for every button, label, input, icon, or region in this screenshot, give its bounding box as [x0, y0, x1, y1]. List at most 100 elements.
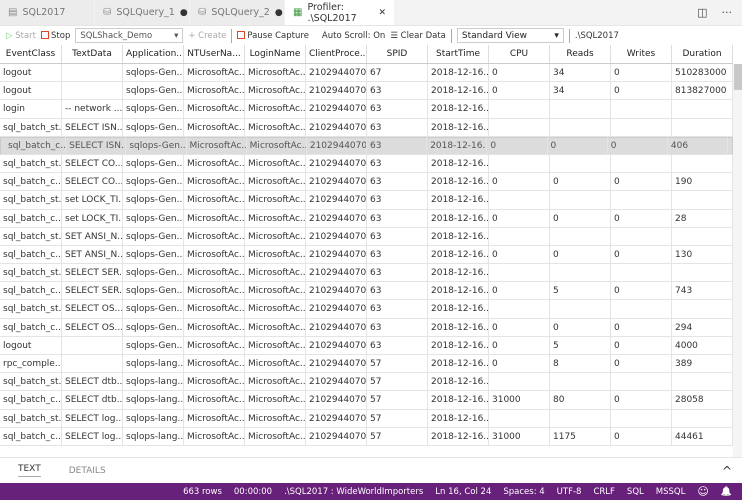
table-cell — [550, 191, 611, 209]
table-row[interactable]: login -- network ... sqlops-Gen... Microsof… — [0, 100, 733, 119]
table-row[interactable]: logout sqlops-Gen... MicrosoftAc... Microso… — [0, 64, 733, 83]
table-cell: sql_batch_st... — [0, 409, 62, 427]
table-cell: 0 — [611, 391, 672, 409]
table-cell: 31000 — [489, 427, 550, 445]
line-ending[interactable]: CRLF — [593, 487, 614, 497]
column-header[interactable]: Writes — [611, 45, 672, 63]
table-row[interactable]: sql_batch_c... set LOCK_TI... sqlops-Gen..… — [0, 209, 733, 228]
table-cell: MicrosoftAc... — [184, 355, 245, 373]
view-select[interactable]: Standard View ▾ — [456, 28, 564, 43]
table-cell: SET ANSI_N... — [62, 227, 123, 245]
table-cell: MicrosoftAc... — [184, 154, 245, 173]
provider[interactable]: MSSQL — [656, 487, 686, 497]
table-cell: 2018-12-16... — [428, 64, 489, 82]
table-cell — [489, 118, 550, 136]
tab-sqlquery-2[interactable]: ⛁ SQLQuery_2 ● — [190, 0, 285, 25]
table-cell: 63 — [367, 191, 428, 209]
table-row[interactable]: sql_batch_c... SELECT dtb.... sqlops-lang.… — [0, 391, 733, 410]
table-row[interactable]: sql_batch_st... set LOCK_TI... sqlops-Gen.… — [0, 191, 733, 210]
table-row[interactable]: sql_batch_st... SELECT log.... sqlops-lang… — [0, 409, 733, 428]
table-cell: sql_batch_c... — [5, 136, 67, 155]
column-header[interactable]: CPU — [489, 45, 550, 63]
split-editor-icon[interactable]: ◫ — [697, 6, 707, 19]
indentation[interactable]: Spaces: 4 — [503, 487, 544, 497]
table-cell: sqlops-lang... — [123, 355, 184, 373]
table-cell: 57 — [367, 391, 428, 409]
bell-icon[interactable]: 🔔 — [721, 487, 732, 497]
cursor-position[interactable]: Ln 16, Col 24 — [435, 487, 491, 497]
table-row[interactable]: sql_batch_st... SELECT CO... sqlops-Gen...… — [0, 154, 733, 174]
server-label: .\SQL2017 — [574, 30, 619, 41]
connection-info[interactable]: .\SQL2017 : WideWorldImporters — [284, 487, 423, 497]
table-row[interactable]: sql_batch_c... SELECT ISN... sqlops-Gen...… — [0, 136, 733, 155]
table-row[interactable]: sql_batch_c... SELECT OS... sqlops-Gen... M… — [0, 318, 733, 337]
tab-details[interactable]: DETAILS — [69, 466, 106, 476]
table-row[interactable]: sql_batch_c... SELECT log.... sqlops-lang.… — [0, 427, 733, 446]
tab-sql2017[interactable]: ▤ SQL2017 — [0, 0, 95, 25]
auto-scroll-toggle[interactable]: Auto Scroll: On — [322, 31, 385, 41]
tab-text[interactable]: TEXT — [18, 464, 41, 477]
column-header[interactable]: LoginName — [245, 45, 306, 63]
table-cell: 2018-12-16... — [428, 227, 489, 245]
smiley-icon[interactable]: ☺ — [697, 485, 708, 498]
table-cell: sql_batch_c... — [0, 391, 62, 409]
session-select[interactable]: SQLShack_Demo ▾ — [75, 28, 184, 43]
encoding[interactable]: UTF-8 — [557, 487, 582, 497]
table-row[interactable]: sql_batch_st... SELECT ISN... sqlops-Gen..… — [0, 118, 733, 137]
table-row[interactable]: sql_batch_st... SELECT SER... sqlops-Gen..… — [0, 264, 733, 283]
start-button[interactable]: ▷ Start — [6, 31, 36, 41]
table-row[interactable]: sql_batch_st... SELECT OS... sqlops-Gen...… — [0, 300, 733, 319]
table-cell: MicrosoftAc... — [184, 191, 245, 209]
tab-sqlquery-1[interactable]: ⛁ SQLQuery_1 ● — [95, 0, 190, 25]
table-row[interactable]: sql_batch_st... SET ANSI_N... sqlops-Gen..… — [0, 227, 733, 246]
column-header[interactable]: SPID — [367, 45, 428, 63]
column-header[interactable]: EventClass — [0, 45, 62, 63]
table-cell — [672, 300, 733, 318]
table-cell: sqlops-lang... — [123, 373, 184, 391]
stop-icon — [41, 30, 50, 39]
table-cell: 63 — [367, 173, 428, 191]
create-label: Create — [198, 30, 227, 41]
table-cell: 0 — [489, 318, 550, 336]
column-header[interactable]: Reads — [550, 45, 611, 63]
table-cell: 2102944070 — [306, 318, 367, 336]
table-row[interactable]: logout sqlops-Gen... MicrosoftAc... Microso… — [0, 82, 733, 101]
table-row[interactable]: sql_batch_st... SELECT dtb.... sqlops-lang… — [0, 373, 733, 392]
language-mode[interactable]: SQL — [627, 487, 644, 497]
column-header[interactable]: Duration — [672, 45, 733, 63]
table-cell — [550, 118, 611, 136]
vertical-scrollbar[interactable] — [733, 64, 742, 458]
column-header[interactable]: StartTime — [428, 45, 489, 63]
table-cell: 2102944070 — [306, 227, 367, 245]
column-header[interactable]: NTUserNa... — [184, 45, 245, 63]
create-button[interactable]: + Create — [188, 31, 226, 41]
table-cell — [611, 409, 672, 427]
table-cell: 8 — [550, 355, 611, 373]
table-cell: MicrosoftAc... — [245, 154, 306, 173]
pause-capture-button[interactable]: Pause Capture — [237, 30, 309, 41]
clear-data-button[interactable]: ☰ Clear Data — [390, 31, 446, 41]
tab-profiler[interactable]: ▦ Profiler: .\SQL2017 ✕ — [285, 0, 395, 25]
table-row[interactable]: sql_batch_c... SELECT CO... sqlops-Gen... M… — [0, 173, 733, 192]
column-header[interactable]: Application... — [123, 45, 184, 63]
table-cell: MicrosoftAc... — [184, 318, 245, 336]
close-tab-icon[interactable]: ✕ — [378, 8, 386, 18]
stop-button[interactable]: Stop — [41, 30, 70, 41]
table-cell: 0 — [611, 427, 672, 445]
table-cell: MicrosoftAc... — [184, 64, 245, 82]
table-row[interactable]: rpc_comple... sqlops-lang... MicrosoftAc..… — [0, 355, 733, 374]
table-cell: 510283000 — [672, 64, 733, 82]
table-row[interactable]: sql_batch_c... SET ANSI_N... sqlops-Gen...… — [0, 245, 733, 265]
column-header[interactable]: TextData — [62, 45, 123, 63]
chevron-up-icon[interactable]: ^ — [722, 464, 732, 478]
table-row[interactable]: sql_batch_c... SELECT SER... sqlops-Gen...… — [0, 282, 733, 301]
table-cell — [672, 264, 733, 282]
more-actions-icon[interactable]: ··· — [722, 6, 733, 19]
scrollbar-thumb[interactable] — [734, 64, 742, 90]
table-cell: 2102944070 — [307, 136, 368, 155]
table-row[interactable]: logout sqlops-Gen... MicrosoftAc... Microso… — [0, 336, 733, 355]
table-cell — [672, 227, 733, 245]
column-header[interactable]: ClientProce... — [306, 45, 367, 63]
table-cell: SELECT ISN... — [62, 118, 123, 136]
table-cell — [672, 373, 733, 391]
